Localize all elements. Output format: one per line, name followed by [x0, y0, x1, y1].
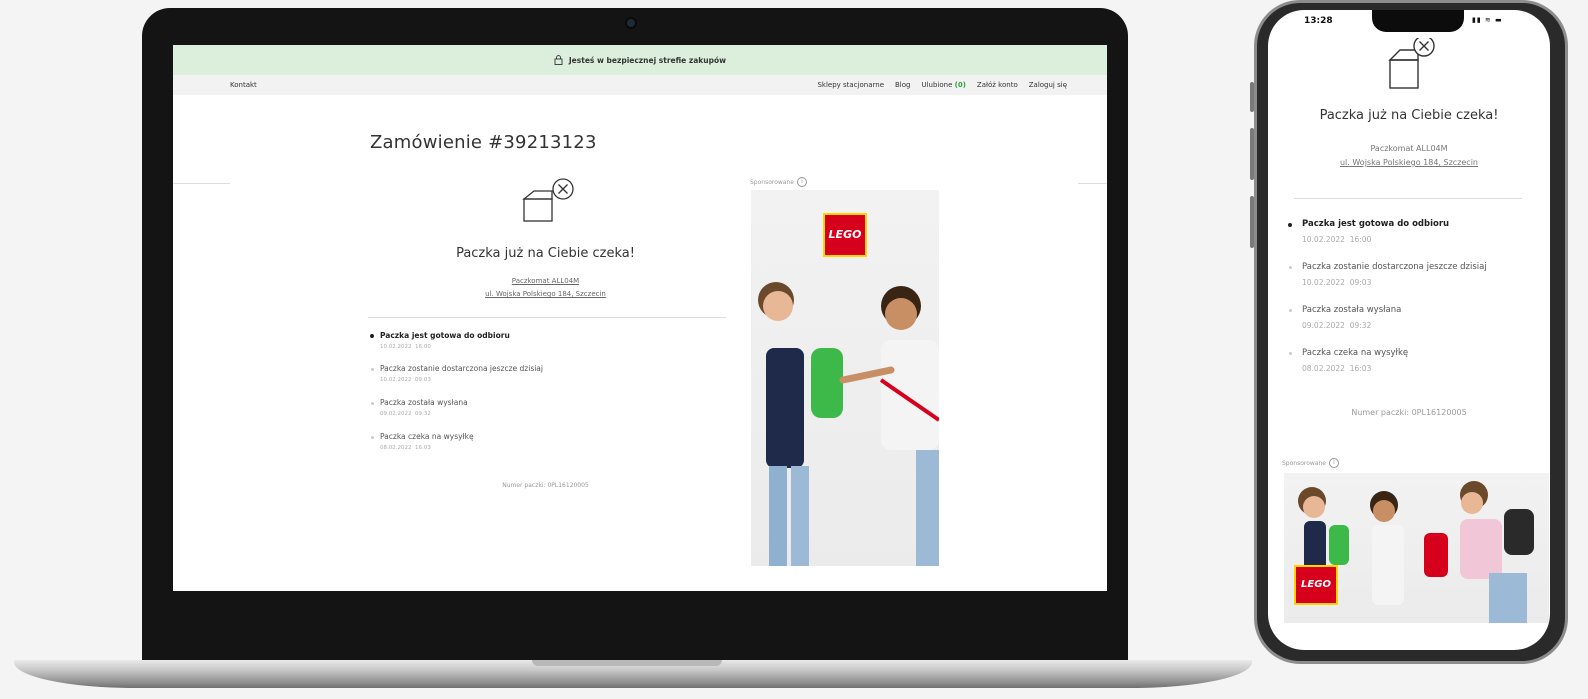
- timeline-dot: [1289, 266, 1292, 269]
- timeline-dot-active: [1288, 223, 1292, 227]
- timeline-item-date: 10.02.2022 16:00: [1302, 235, 1372, 244]
- timeline-item: Paczka została wysłana 09.02.2022 09:32: [380, 398, 468, 417]
- package-locker-link[interactable]: Paczkomat ALL04M: [368, 277, 723, 285]
- nav-register-link[interactable]: Załóż konto: [977, 81, 1018, 89]
- timeline-dot: [371, 368, 374, 371]
- sponsored-label: Sponsorowane i: [1282, 458, 1339, 468]
- ad-kids-photo: [758, 282, 939, 566]
- secure-zone-banner: Jesteś w bezpiecznej strefie zakupów: [173, 45, 1107, 75]
- timeline-dot: [1289, 309, 1292, 312]
- nav-favorites-label: Ulubione: [921, 81, 953, 89]
- nav-contact-link[interactable]: Kontakt: [230, 81, 257, 89]
- timeline-item: Paczka czeka na wysyłkę 08.02.2022 16:03: [380, 432, 474, 451]
- timeline-item: Paczka jest gotowa do odbioru 10.02.2022…: [1302, 219, 1449, 244]
- phone-screen: 13:28 ▮▮ ≋ ▬ Paczka już na Ciebie czeka!…: [1268, 10, 1550, 650]
- package-locker-link[interactable]: Paczkomat ALL04M: [1268, 144, 1550, 153]
- timeline-item-date: 09.02.2022 09:32: [380, 411, 431, 417]
- phone-notch: [1372, 10, 1464, 32]
- timeline-dot: [371, 402, 374, 405]
- timeline-item-date: 08.02.2022 16:03: [380, 445, 431, 451]
- timeline-dot: [1289, 352, 1292, 355]
- nav-favorites-link[interactable]: Ulubione (0): [921, 81, 965, 89]
- top-nav: Kontakt Sklepy stacjonarne Blog Ulubione…: [173, 75, 1107, 95]
- timeline-divider: [1294, 198, 1522, 199]
- info-icon[interactable]: i: [796, 177, 807, 187]
- sponsored-ad-banner[interactable]: LEGO: [751, 190, 939, 566]
- nav-stores-link[interactable]: Sklepy stacjonarne: [817, 81, 884, 89]
- lock-icon: [554, 55, 563, 65]
- parcel-number: Numer paczki: 0PL16120005: [502, 482, 589, 489]
- order-title: Zamówienie #39213123: [370, 132, 597, 153]
- divider-left: [173, 183, 230, 184]
- nav-right-links: Sklepy stacjonarne Blog Ulubione (0) Zał…: [817, 81, 1067, 89]
- timeline-divider: [368, 317, 726, 318]
- status-time: 13:28: [1304, 16, 1333, 26]
- sponsored-text: Sponsorowane: [750, 178, 794, 186]
- timeline-item-label: Paczka czeka na wysyłkę: [380, 432, 474, 441]
- package-cancel-icon: [522, 178, 574, 222]
- status-icons: ▮▮ ≋ ▬: [1472, 16, 1503, 24]
- info-icon[interactable]: i: [1328, 458, 1339, 468]
- timeline-item-label: Paczka zostanie dostarczona jeszcze dzis…: [380, 364, 543, 373]
- sponsored-ad-banner[interactable]: LEGO: [1284, 473, 1549, 623]
- timeline-item-label: Paczka została wysłana: [1302, 305, 1402, 315]
- timeline-item-date: 08.02.2022 16:03: [1302, 364, 1372, 373]
- nav-login-link[interactable]: Zaloguj się: [1029, 81, 1067, 89]
- laptop-camera: [627, 19, 635, 27]
- timeline-dot: [371, 436, 374, 439]
- timeline-item-date: 10.02.2022 09:03: [380, 377, 431, 383]
- lego-logo: LEGO: [1294, 565, 1338, 605]
- package-heading: Paczka już na Ciebie czeka!: [456, 246, 635, 261]
- timeline-item-label: Paczka czeka na wysyłkę: [1302, 348, 1409, 358]
- favorites-count: (0): [954, 81, 966, 89]
- nav-blog-link[interactable]: Blog: [895, 81, 910, 89]
- timeline-item-date: 10.02.2022 09:03: [1302, 278, 1372, 287]
- timeline-item-label: Paczka zostanie dostarczona jeszcze dzis…: [1302, 262, 1487, 272]
- laptop-base-notch: [532, 660, 722, 666]
- timeline-item-label: Paczka została wysłana: [380, 398, 468, 407]
- divider-right: [1078, 183, 1107, 184]
- timeline-item-date: 09.02.2022 09:32: [1302, 321, 1372, 330]
- laptop-screen: Jesteś w bezpiecznej strefie zakupów Kon…: [173, 45, 1107, 591]
- timeline-item-label: Paczka jest gotowa do odbioru: [380, 331, 510, 340]
- package-heading: Paczka już na Ciebie czeka!: [1319, 108, 1499, 123]
- parcel-number: Numer paczki: 0PL16120005: [1351, 408, 1467, 417]
- timeline-item-label: Paczka jest gotowa do odbioru: [1302, 219, 1450, 229]
- lego-logo: LEGO: [823, 213, 867, 257]
- sponsored-label: Sponsorowane i: [750, 177, 807, 187]
- timeline-dot-active: [370, 334, 374, 338]
- secure-zone-text: Jesteś w bezpiecznej strefie zakupów: [568, 55, 727, 65]
- package-address-link[interactable]: ul. Wojska Polskiego 184, Szczecin: [1268, 158, 1550, 167]
- timeline-item-date: 10.02.2022 16:00: [380, 344, 431, 350]
- timeline-item: Paczka zostanie dostarczona jeszcze dzis…: [1302, 262, 1487, 287]
- package-address-link[interactable]: ul. Wojska Polskiego 184, Szczecin: [368, 290, 723, 298]
- timeline-item: Paczka zostanie dostarczona jeszcze dzis…: [380, 364, 543, 383]
- package-cancel-icon: [1388, 38, 1435, 89]
- sponsored-text: Sponsorowane: [1282, 459, 1326, 467]
- timeline-item: Paczka jest gotowa do odbioru 10.02.2022…: [380, 331, 510, 350]
- timeline-item: Paczka czeka na wysyłkę 08.02.2022 16:03: [1302, 348, 1408, 373]
- timeline-item: Paczka została wysłana 09.02.2022 09:32: [1302, 305, 1401, 330]
